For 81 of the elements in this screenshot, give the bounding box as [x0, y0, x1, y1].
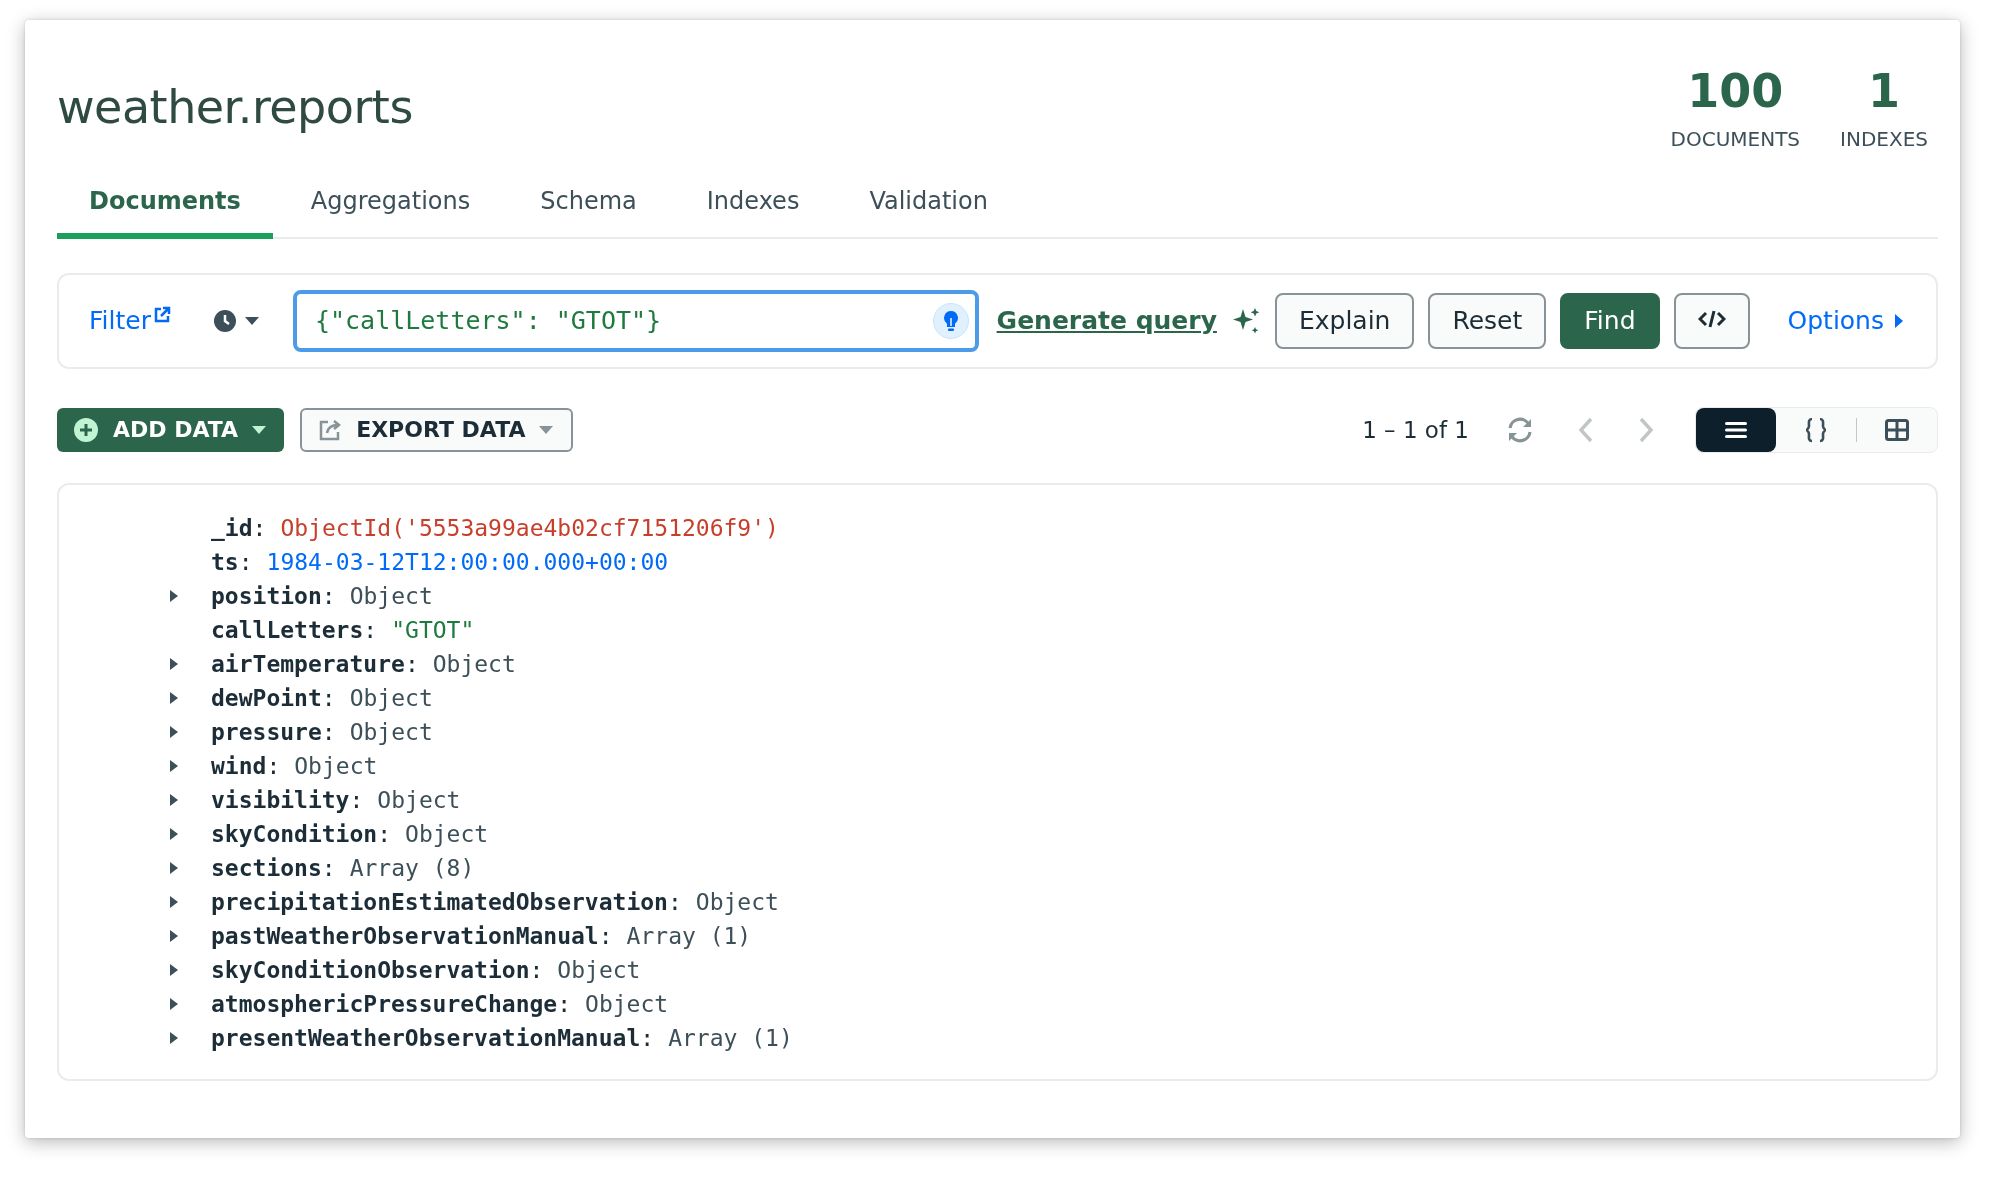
expand-caret-icon[interactable] [169, 894, 179, 909]
field-key: atmosphericPressureChange: [211, 990, 572, 1017]
caret-icon [252, 424, 267, 435]
stat-label: DOCUMENTS [1670, 126, 1801, 151]
field-value: "GTOT" [391, 616, 475, 643]
field-value: Array (8) [349, 854, 475, 881]
export-data-button[interactable]: EXPORT DATA [300, 407, 574, 452]
field-key: dewPoint: [211, 684, 336, 711]
field-value: Object [585, 990, 669, 1017]
expand-caret-icon[interactable] [169, 792, 179, 807]
field-key: pastWeatherObservationManual: [211, 922, 613, 949]
query-button[interactable]: Find [1560, 292, 1660, 349]
filter-link[interactable]: Filter [89, 306, 171, 336]
plus-circle-icon [73, 416, 99, 443]
field-key: wind: [211, 752, 281, 779]
field-key: position: [211, 582, 336, 609]
expand-caret-icon[interactable] [169, 656, 179, 671]
stat-value: 1 [1868, 66, 1901, 117]
code-icon [1697, 309, 1726, 330]
field-value: ObjectId('5553a99ae4b02cf7151206f9') [280, 514, 779, 541]
expand-caret-icon[interactable] [169, 588, 179, 603]
field-key: skyConditionObservation: [211, 956, 544, 983]
expand-caret-icon[interactable] [169, 690, 179, 705]
tab[interactable]: Aggregations [278, 172, 503, 239]
field-key: airTemperature: [211, 650, 419, 677]
query-button[interactable]: Explain [1274, 292, 1415, 349]
field-value: Object [349, 718, 433, 745]
pagination-label: 1 – 1 of 1 [1362, 416, 1469, 443]
collection-title: weather.reports [57, 80, 413, 134]
field-key: precipitationEstimatedObservation: [211, 888, 682, 915]
external-link-icon [152, 306, 171, 325]
expand-caret-icon[interactable] [169, 724, 179, 739]
generate-query-link[interactable]: Generate query [996, 306, 1217, 336]
field-key: _id: [211, 514, 267, 541]
expand-caret-icon[interactable] [169, 758, 179, 773]
clock-icon [212, 308, 237, 333]
list-icon [1725, 420, 1747, 439]
view-toggle-button[interactable] [1696, 407, 1776, 452]
expand-caret-icon[interactable] [169, 860, 179, 875]
field-value: Object [349, 582, 433, 609]
caret-icon [244, 315, 259, 326]
table-icon [1885, 418, 1909, 441]
field-value: Object [432, 650, 516, 677]
chevron-left-icon [1577, 416, 1595, 443]
tab[interactable]: Indexes [674, 172, 832, 239]
field-value: Array (1) [626, 922, 752, 949]
chevron-right-icon [1637, 416, 1655, 443]
query-button[interactable]: Reset [1428, 292, 1547, 349]
tab[interactable]: Documents [57, 172, 273, 239]
field-value: Object [294, 752, 378, 779]
stat-value: 100 [1687, 66, 1784, 117]
export-icon [318, 417, 343, 442]
expand-caret-icon[interactable] [169, 928, 179, 943]
field-value: Object [405, 820, 489, 847]
field-value: Array (1) [668, 1024, 793, 1051]
field-key: presentWeatherObservationManual: [211, 1024, 655, 1051]
options-toggle[interactable]: Options [1781, 305, 1910, 337]
field-value: Object [377, 786, 461, 813]
field-key: callLetters: [211, 616, 378, 643]
field-value: Object [557, 956, 641, 983]
expand-caret-icon[interactable] [169, 1030, 179, 1045]
caret-right-icon [1894, 312, 1904, 329]
expand-caret-icon[interactable] [169, 996, 179, 1011]
field-value: 1984-03-12T12:00:00.000+00:00 [266, 548, 669, 575]
expand-caret-icon[interactable] [169, 962, 179, 977]
tab[interactable]: Schema [508, 172, 669, 239]
field-key: skyCondition: [211, 820, 392, 847]
field-key: ts: [211, 548, 253, 575]
field-value: Object [349, 684, 433, 711]
field-key: visibility: [211, 786, 364, 813]
field-key: sections: [211, 854, 336, 881]
filter-input-field[interactable]: {"callLetters": "GTOT"} [292, 289, 979, 352]
curly-braces-icon [1804, 416, 1828, 443]
caret-icon [539, 424, 554, 435]
stat-label: INDEXES [1840, 126, 1928, 151]
field-key: pressure: [211, 718, 336, 745]
expand-caret-icon[interactable] [169, 826, 179, 841]
field-value: Object [695, 888, 779, 915]
add-data-button[interactable]: ADD DATA [57, 407, 285, 452]
code-view-button[interactable] [1673, 292, 1750, 349]
tab[interactable]: Validation [837, 172, 1020, 239]
